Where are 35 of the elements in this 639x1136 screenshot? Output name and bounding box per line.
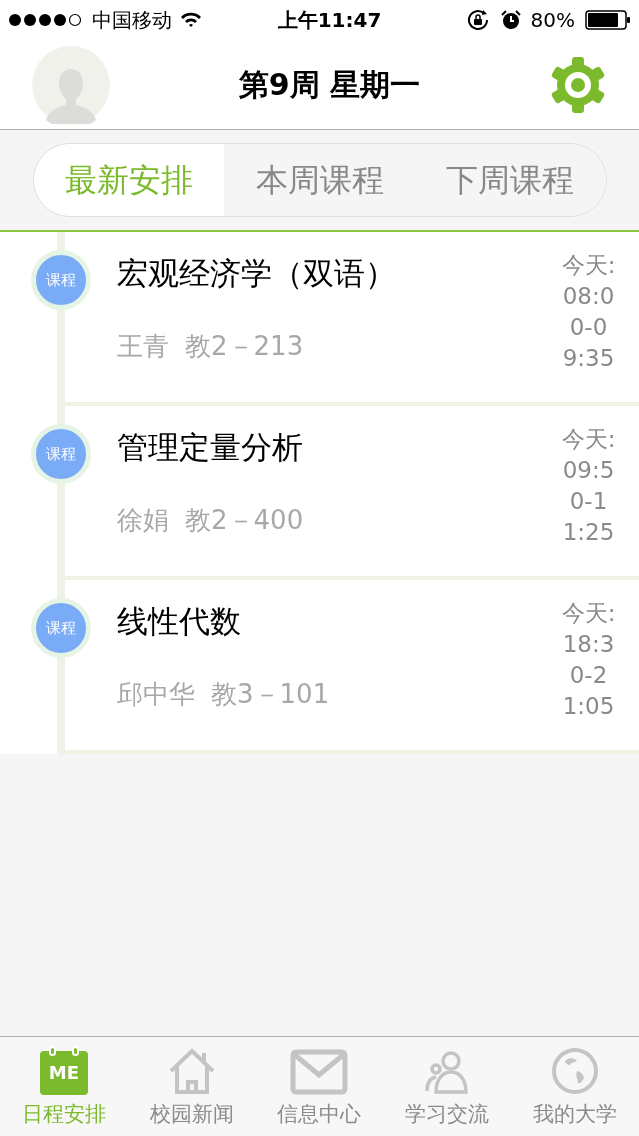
tab[interactable]: 最新安排 <box>33 144 225 216</box>
page-title: 第9周 星期一 <box>238 66 421 104</box>
settings-icon[interactable] <box>549 55 607 114</box>
tab-bar-item[interactable]: 学习交流 <box>383 1037 512 1136</box>
carrier-name: 中国移动 <box>92 7 172 34</box>
teacher-name: 邱中华 <box>117 677 195 711</box>
signal-icon <box>8 13 84 27</box>
alarm-icon <box>500 10 521 30</box>
course-time: 今天:18:30-21:05 <box>560 599 617 721</box>
mail-icon <box>290 1048 349 1095</box>
course-name: 管理定量分析 <box>117 428 304 467</box>
tab-bar-item[interactable]: 信息中心 <box>255 1037 384 1136</box>
battery-percent: 80% <box>530 7 575 34</box>
tab-bar-item[interactable]: 我的大学 <box>511 1037 639 1136</box>
avatar[interactable] <box>32 45 110 124</box>
battery-icon <box>585 10 631 30</box>
course-name: 宏观经济学（双语） <box>117 254 397 293</box>
tab-bar-item[interactable]: 校园新闻 <box>127 1037 256 1136</box>
course-badge: 课程 <box>31 598 91 658</box>
course-time: 今天:08:00-09:35 <box>560 251 617 373</box>
wifi-icon <box>180 12 202 28</box>
tab-bar-item[interactable]: ME 日程安排 <box>0 1037 128 1136</box>
course-badge: 课程 <box>31 250 91 310</box>
classroom: 教2－400 <box>185 503 304 537</box>
classroom: 教2－213 <box>185 329 304 363</box>
globe-icon <box>551 1046 600 1095</box>
classroom: 教3－101 <box>211 677 330 711</box>
course-badge: 课程 <box>31 424 91 484</box>
teacher-name: 王青 <box>117 329 169 363</box>
course-name: 线性代数 <box>117 602 242 641</box>
status-time: 上午11:47 <box>276 7 383 34</box>
course-time: 今天:09:50-11:25 <box>560 425 617 547</box>
house-icon <box>167 1046 216 1095</box>
teacher-name: 徐娟 <box>117 503 169 537</box>
rotation-lock-icon <box>466 9 491 31</box>
